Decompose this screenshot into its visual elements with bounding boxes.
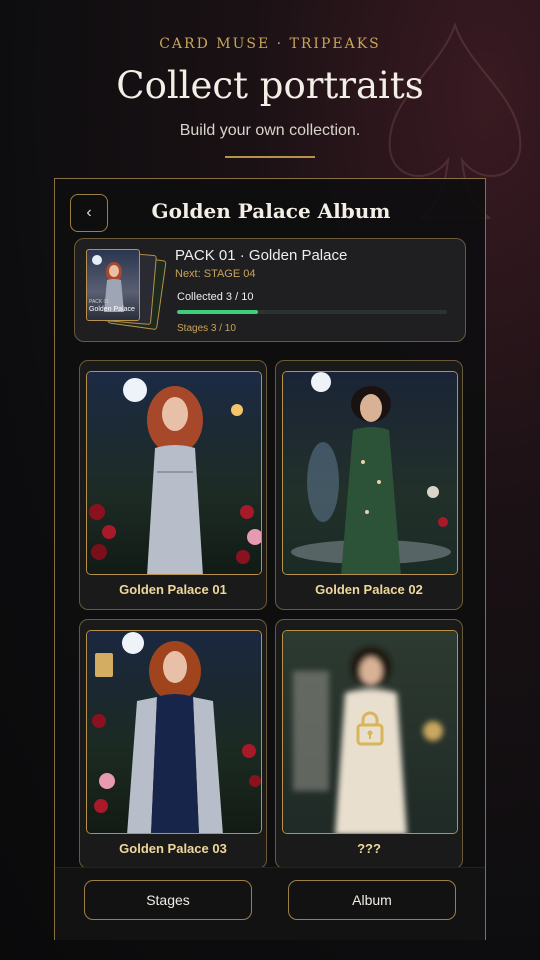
card-label: Golden Palace 02 [315, 582, 423, 597]
card-label: Golden Palace 01 [119, 582, 227, 597]
portrait-card[interactable]: Golden Palace 01 [79, 360, 267, 610]
thumb-title-label: Golden Palace [89, 306, 135, 313]
pack-name: PACK 01 · Golden Palace [175, 247, 348, 264]
stages-button[interactable]: Stages [84, 880, 252, 920]
pack-summary-card[interactable]: PACK 01 Golden Palace PACK 01 · Golden P… [74, 238, 466, 342]
portrait-card[interactable]: Golden Palace 02 [275, 360, 463, 610]
locked-portrait-card[interactable]: ??? [275, 619, 463, 869]
collection-progress-fill [177, 310, 258, 314]
pack-next-stage: Next: STAGE 04 [175, 268, 256, 280]
lock-icon [356, 711, 384, 746]
portrait-card[interactable]: Golden Palace 03 [79, 619, 267, 869]
page-subtitle: Build your own collection. [179, 122, 361, 139]
portrait-image [86, 630, 262, 834]
pack-stages-count: Stages 3 / 10 [177, 323, 236, 334]
portrait-image [282, 371, 458, 575]
title-divider [225, 156, 315, 158]
card-label: Golden Palace 03 [119, 841, 227, 856]
app-kicker: CARD MUSE · TRIPEAKS [159, 36, 381, 52]
card-label: ??? [357, 841, 381, 856]
collection-progress-bar [177, 310, 447, 314]
pack-cover-thumbnail: PACK 01 Golden Palace [86, 249, 140, 321]
album-button[interactable]: Album [288, 880, 456, 920]
album-title: Golden Palace Album [151, 199, 391, 223]
portrait-image [86, 371, 262, 575]
pack-thumbnails: PACK 01 Golden Palace [86, 245, 176, 331]
album-panel: ‹ Golden Palace Album PACK 01 Golden Pal… [54, 178, 486, 940]
bottom-nav: Stages Album [55, 867, 485, 940]
page-title: Collect portraits [116, 64, 424, 107]
pack-collected-count: Collected 3 / 10 [177, 291, 254, 303]
thumb-pack-label: PACK 01 [89, 299, 110, 305]
